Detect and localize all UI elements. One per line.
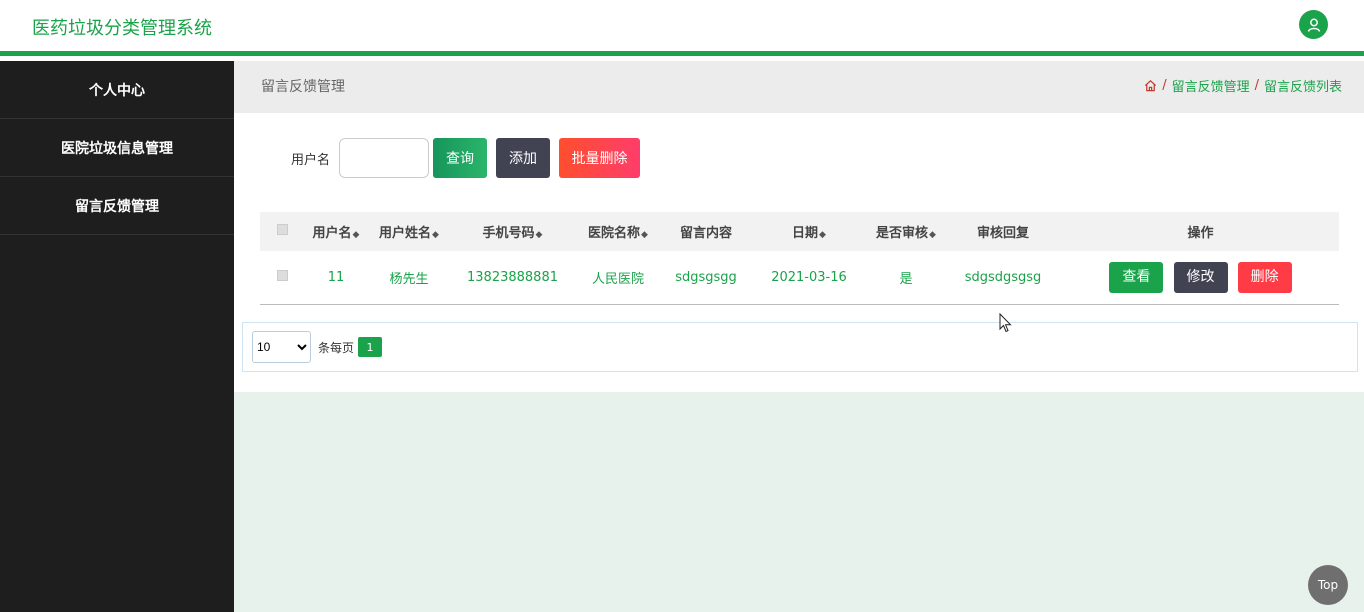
- add-button[interactable]: 添加: [496, 138, 551, 178]
- bulk-delete-button[interactable]: 批量删除: [559, 138, 641, 178]
- search-bar: 用户名 查询 添加 批量删除: [291, 138, 641, 178]
- sidebar-item-hospital-waste[interactable]: 医院垃圾信息管理: [0, 119, 234, 177]
- cell-phone: 13823888881: [467, 269, 558, 285]
- col-header-hospital[interactable]: 医院名称◆: [574, 212, 662, 251]
- per-page-label: 条每页: [318, 340, 355, 355]
- row-checkbox[interactable]: [277, 269, 288, 281]
- user-icon: [1307, 18, 1320, 32]
- page-size-select[interactable]: 10: [252, 331, 311, 363]
- edit-button[interactable]: 修改: [1173, 261, 1228, 293]
- cell-reviewed: 是: [899, 271, 913, 287]
- breadcrumb: / 留言反馈管理 / 留言反馈列表: [1144, 76, 1342, 95]
- top-header: 医药垃圾分类管理系统: [0, 0, 1364, 56]
- cell-actions: 查看 修改 删除: [1062, 251, 1339, 304]
- sort-icon[interactable]: ◆: [536, 230, 543, 240]
- breadcrumb-feedback-manage[interactable]: 留言反馈管理: [1172, 76, 1250, 95]
- sort-icon[interactable]: ◆: [353, 230, 360, 240]
- username-label: 用户名: [291, 152, 331, 168]
- sort-icon[interactable]: ◆: [819, 230, 826, 240]
- breadcrumb-separator: /: [1254, 78, 1259, 93]
- username-search-input[interactable]: [339, 138, 430, 178]
- cell-reply: sdgsdgsgsg: [964, 269, 1042, 285]
- sort-icon[interactable]: ◆: [641, 230, 648, 240]
- select-all-checkbox[interactable]: [277, 224, 288, 235]
- sort-icon[interactable]: ◆: [432, 230, 439, 240]
- breadcrumb-feedback-list[interactable]: 留言反馈列表: [1264, 76, 1342, 95]
- pagination: 10 条每页 1: [242, 322, 1358, 372]
- col-header-name[interactable]: 用户姓名◆: [367, 212, 451, 251]
- home-icon[interactable]: [1144, 79, 1157, 92]
- view-button[interactable]: 查看: [1109, 261, 1164, 293]
- app-title: 医药垃圾分类管理系统: [32, 18, 212, 39]
- query-button[interactable]: 查询: [433, 138, 488, 178]
- page-number-button[interactable]: 1: [358, 337, 383, 357]
- cell-content: sdgsgsgg: [675, 269, 737, 285]
- cell-name: 杨先生: [389, 271, 429, 287]
- col-header-reviewed[interactable]: 是否审核◆: [868, 212, 944, 251]
- feedback-table: 用户名◆ 用户姓名◆ 手机号码◆ 医院名称◆ 留言内容 日期◆ 是否审核◆ 审核…: [260, 212, 1339, 305]
- sidebar: 个人中心 医院垃圾信息管理 留言反馈管理: [0, 61, 234, 612]
- breadcrumb-separator: /: [1162, 78, 1167, 93]
- sidebar-item-profile[interactable]: 个人中心: [0, 61, 234, 119]
- back-to-top-button[interactable]: Top: [1308, 565, 1348, 605]
- cell-hospital: 人民医院: [591, 271, 644, 287]
- col-header-username[interactable]: 用户名◆: [305, 212, 367, 251]
- cell-username: 11: [327, 269, 345, 285]
- table-header-row: 用户名◆ 用户姓名◆ 手机号码◆ 医院名称◆ 留言内容 日期◆ 是否审核◆ 审核…: [260, 212, 1339, 251]
- col-header-actions: 操作: [1187, 226, 1214, 241]
- delete-button[interactable]: 删除: [1237, 261, 1292, 293]
- breadcrumb-bar: 留言反馈管理 / 留言反馈管理 / 留言反馈列表: [234, 61, 1364, 113]
- mouse-cursor-icon: [999, 313, 1012, 333]
- page-title: 留言反馈管理: [261, 79, 345, 95]
- col-header-date[interactable]: 日期◆: [750, 212, 868, 251]
- cell-date: 2021-03-16: [771, 269, 847, 285]
- user-avatar[interactable]: [1299, 10, 1328, 39]
- col-header-phone[interactable]: 手机号码◆: [451, 212, 574, 251]
- table-row: 11 杨先生 13823888881 人民医院 sdgsgsgg 2021-03…: [260, 251, 1339, 304]
- main-area: 留言反馈管理 / 留言反馈管理 / 留言反馈列表 用户名 查询 添加 批量删除: [234, 61, 1364, 612]
- sidebar-item-feedback[interactable]: 留言反馈管理: [0, 177, 234, 235]
- col-header-content: 留言内容: [679, 226, 732, 241]
- col-header-reply: 审核回复: [976, 226, 1029, 241]
- sort-icon[interactable]: ◆: [929, 230, 936, 240]
